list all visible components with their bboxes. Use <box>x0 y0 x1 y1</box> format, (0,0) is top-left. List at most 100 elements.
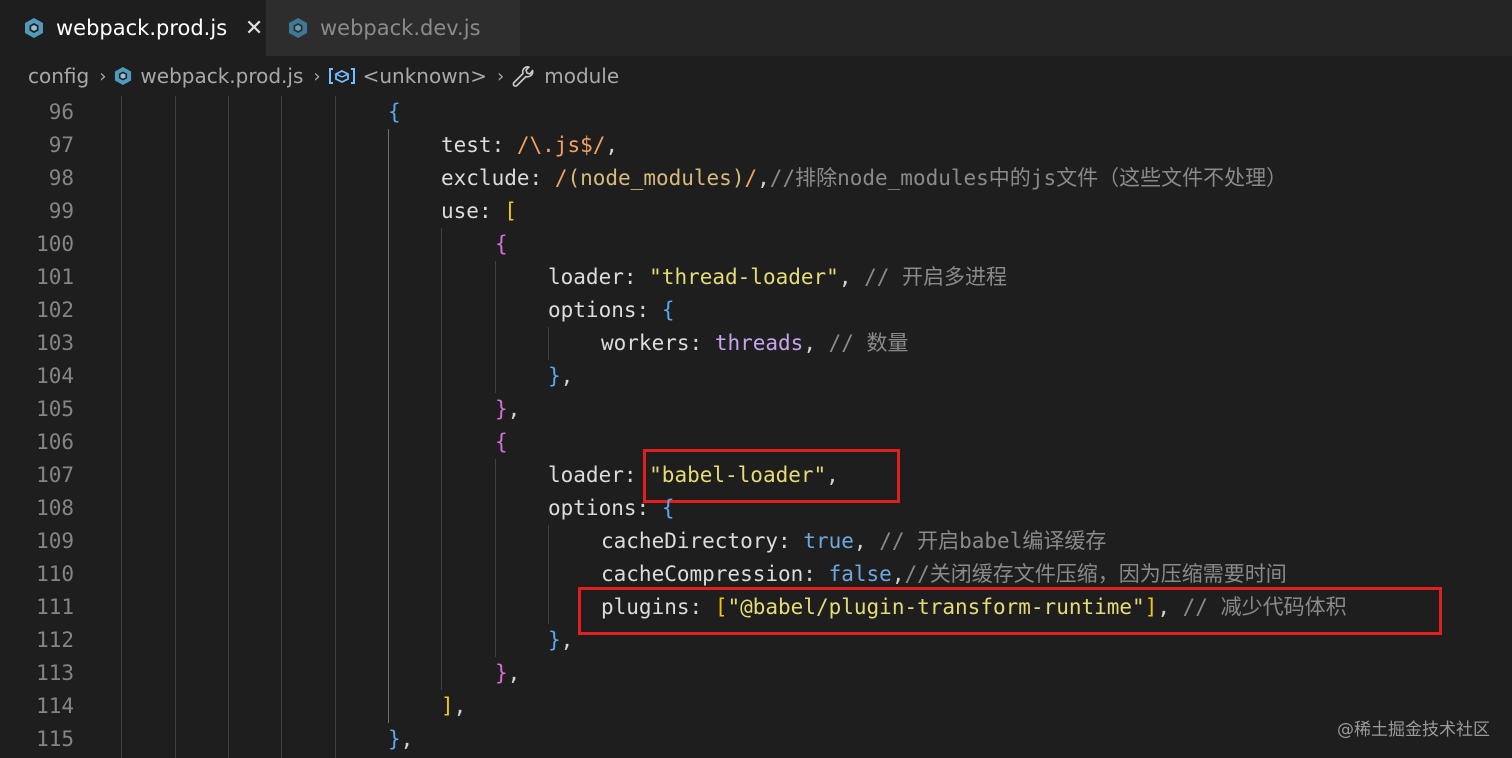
code-token: plugins <box>601 595 690 619</box>
code-token: / <box>554 166 568 190</box>
code-token: , <box>507 397 521 421</box>
line-number: 110 <box>36 562 74 586</box>
tab-label: webpack.prod.js <box>56 16 228 40</box>
code-line[interactable]: 115}, <box>0 723 1512 756</box>
code-line[interactable]: 104}, <box>0 360 1512 393</box>
close-icon[interactable]: ✕ <box>243 16 265 41</box>
code-token: : <box>491 133 517 157</box>
code-line[interactable]: 97 test: /\.js$/, <box>0 129 1512 162</box>
line-number: 115 <box>36 727 74 751</box>
code-token: , <box>453 694 467 718</box>
code-text: plugins: ["@babel/plugin-transform-runti… <box>601 591 1347 624</box>
code-token: ] <box>1144 595 1158 619</box>
code-line[interactable]: 114], <box>0 690 1512 723</box>
code-text: options: { <box>548 294 674 327</box>
code-token: (node_modules) <box>567 166 745 190</box>
code-token: "thread-loader" <box>649 265 839 289</box>
code-text: use: [ <box>441 195 517 228</box>
code-token: { <box>661 496 675 520</box>
code-token: , <box>560 628 574 652</box>
line-number: 114 <box>36 694 74 718</box>
code-line[interactable]: 101 loader: "thread-loader", // 开启多进程 <box>0 261 1512 294</box>
code-token: : <box>803 562 829 586</box>
code-token: ] <box>441 694 454 718</box>
tab-webpack-dev[interactable]: webpack.dev.js <box>266 0 520 56</box>
code-token: [ <box>504 199 517 223</box>
code-line[interactable]: 98 exclude: /(node_modules)/,//排除node_mod… <box>0 162 1512 195</box>
code-token: : <box>689 331 715 355</box>
code-editor[interactable]: 96 {97 test: /\.js$/, 98 exclude: /(node_mod… <box>0 96 1512 758</box>
tab-webpack-prod[interactable]: webpack.prod.js ✕ <box>0 0 266 56</box>
code-token: test <box>441 133 492 157</box>
code-token: , <box>400 727 414 751</box>
code-token: , <box>826 463 839 487</box>
code-token: { <box>495 232 508 256</box>
code-text: { <box>495 426 508 459</box>
code-token: // 减少代码体积 <box>1182 595 1347 619</box>
code-token: loader <box>548 265 624 289</box>
code-token: "babel-loader" <box>649 463 827 487</box>
breadcrumb-file[interactable]: webpack.prod.js <box>114 64 303 88</box>
code-line[interactable]: 111 plugins: ["@babel/plugin-transform-ru… <box>0 591 1512 624</box>
code-text: loader: "babel-loader", <box>548 459 839 492</box>
code-token: cacheCompression <box>601 562 804 586</box>
line-number: 111 <box>36 595 74 619</box>
webpack-file-icon <box>289 18 307 38</box>
code-token: , <box>560 364 574 388</box>
breadcrumb-property[interactable]: module <box>512 64 619 88</box>
code-text: test: /\.js$/, <box>441 129 618 162</box>
code-line[interactable]: 103 workers: threads, // 数量 <box>0 327 1512 360</box>
code-token: use <box>441 199 479 223</box>
code-line[interactable]: 109 cacheDirectory: true, // 开启babel编译缓存 <box>0 525 1512 558</box>
code-token: } <box>388 727 401 751</box>
code-text: loader: "thread-loader", // 开启多进程 <box>548 261 1007 294</box>
line-number: 101 <box>36 265 74 289</box>
code-token: options <box>548 496 637 520</box>
code-token: : <box>478 199 505 223</box>
line-number: 105 <box>36 397 74 421</box>
code-text: }, <box>548 624 573 657</box>
chevron-right-icon: › <box>99 65 107 87</box>
code-token: false <box>828 562 892 586</box>
chevron-right-icon: › <box>497 65 505 87</box>
code-token: //关闭缓存文件压缩，因为压缩需要时间 <box>904 562 1287 586</box>
code-token: , <box>838 265 865 289</box>
code-line[interactable]: 96 { <box>0 96 1512 129</box>
code-text: }, <box>495 393 520 426</box>
webpack-file-icon <box>25 18 43 38</box>
code-line[interactable]: 108 options: { <box>0 492 1512 525</box>
code-line[interactable]: 106 { <box>0 426 1512 459</box>
code-line[interactable]: 99 use: [ <box>0 195 1512 228</box>
code-token: } <box>495 661 508 685</box>
code-line[interactable]: 112}, <box>0 624 1512 657</box>
code-token: workers <box>601 331 690 355</box>
code-line[interactable]: 110 cacheCompression: false,//关闭缓存文件压缩，因为… <box>0 558 1512 591</box>
line-number: 109 <box>36 529 74 553</box>
code-token: : <box>636 496 662 520</box>
line-number: 104 <box>36 364 74 388</box>
code-line[interactable]: 113}, <box>0 657 1512 690</box>
breadcrumb-folder[interactable]: config <box>28 64 89 88</box>
code-token: , <box>1157 595 1183 619</box>
code-token: [ <box>714 595 728 619</box>
line-number: 107 <box>36 463 74 487</box>
breadcrumb-symbol[interactable]: <unknown> <box>328 64 487 88</box>
code-line[interactable]: 102 options: { <box>0 294 1512 327</box>
line-number: 97 <box>48 133 74 157</box>
code-token: "@babel/plugin-transform-runtime" <box>727 595 1145 619</box>
code-token: } <box>495 397 508 421</box>
webpack-file-icon <box>115 67 132 85</box>
code-token: , <box>757 166 770 190</box>
line-number: 99 <box>48 199 74 223</box>
tab-label: webpack.dev.js <box>320 16 481 40</box>
code-line[interactable]: 100 { <box>0 228 1512 261</box>
line-number: 108 <box>36 496 74 520</box>
code-token: exclude <box>441 166 530 190</box>
code-line[interactable]: 107 loader: "babel-loader", <box>0 459 1512 492</box>
code-token: { <box>661 298 675 322</box>
line-number: 106 <box>36 430 74 454</box>
variable-symbol-icon <box>328 68 355 84</box>
code-text: { <box>495 228 508 261</box>
code-line[interactable]: 105}, <box>0 393 1512 426</box>
breadcrumb-file-label: webpack.prod.js <box>140 64 304 88</box>
